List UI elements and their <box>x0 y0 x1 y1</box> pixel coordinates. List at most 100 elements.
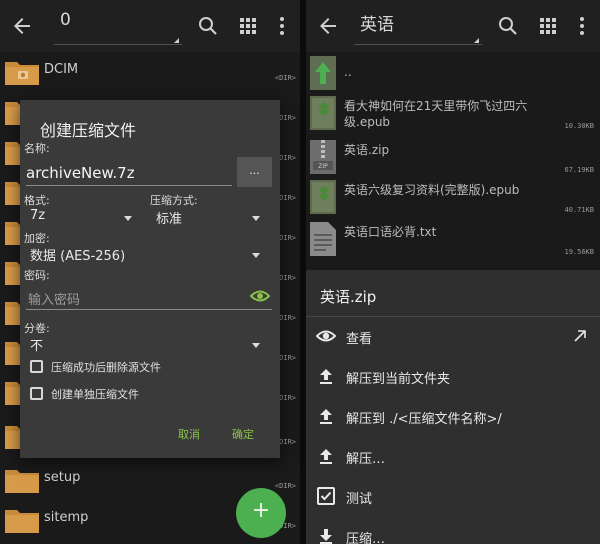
folder-name: sitemp <box>44 510 89 525</box>
format-dropdown-icon <box>124 216 132 221</box>
path-underline <box>354 44 482 45</box>
upload-icon <box>320 449 332 464</box>
file-size: 67.19KB <box>564 166 594 174</box>
separate-archives-checkbox[interactable]: 创建单独压缩文件 <box>30 385 270 403</box>
encrypt-label: 加密: <box>24 232 50 245</box>
svg-text:ZIP: ZIP <box>318 163 328 170</box>
format-select[interactable]: 7z <box>30 208 134 230</box>
grid-view-icon[interactable] <box>536 14 560 38</box>
encrypt-value: 数据 (AES-256) <box>30 249 126 264</box>
text-file-icon <box>310 222 336 256</box>
method-select[interactable]: 标准 <box>156 208 262 230</box>
file-name: .. <box>344 65 352 79</box>
sheet-item-label: 解压到当前文件夹 <box>346 372 451 387</box>
sheet-item-test[interactable]: 测试 <box>306 476 600 516</box>
right-panel: 英语 .. 看大神如何在21天里带你飞过四六级.epub 10.30KB ZIP… <box>306 0 600 544</box>
download-icon <box>320 529 332 544</box>
split-label: 分卷: <box>24 322 50 335</box>
checkbox-icon <box>317 487 335 505</box>
sheet-item-extract[interactable]: 解压… <box>306 436 600 476</box>
back-arrow-icon[interactable] <box>10 14 34 38</box>
dir-tag: <DIR> <box>274 74 296 82</box>
file-row[interactable]: 看大神如何在21天里带你飞过四六级.epub 10.30KB <box>306 92 600 136</box>
path-title[interactable]: 0 <box>60 10 71 30</box>
method-value: 标准 <box>156 212 183 227</box>
split-value: 不 <box>30 339 44 354</box>
separate-archives-label: 创建单独压缩文件 <box>51 388 139 401</box>
method-label: 压缩方式: <box>150 194 198 207</box>
folder-camera-icon <box>5 62 39 85</box>
sheet-item-label: 压缩… <box>346 532 386 544</box>
archive-actions-sheet: 英语.zip 查看 解压到当前文件夹 解压到 ./<压缩文件名称>/ 解压… 测… <box>306 270 600 544</box>
file-name: 看大神如何在21天里带你飞过四六级.epub <box>344 99 528 129</box>
dir-tag: <DIR> <box>274 482 296 490</box>
file-name: 英语.zip <box>344 143 390 157</box>
more-vert-icon[interactable] <box>570 14 594 38</box>
create-archive-dialog: 创建压缩文件 名称: archiveNew.7z ... 格式: 压缩方式: 7… <box>20 100 280 458</box>
file-row[interactable]: 英语六级复习资料(完整版).epub 40.71KB <box>306 176 600 220</box>
encrypt-select[interactable]: 数据 (AES-256) <box>30 245 262 267</box>
sheet-item-label: 解压… <box>346 452 386 467</box>
epub-file-icon <box>310 96 336 130</box>
password-placeholder: 输入密码 <box>28 293 81 308</box>
visibility-eye-icon[interactable] <box>250 288 270 304</box>
method-dropdown-icon <box>252 216 260 221</box>
path-title[interactable]: 英语 <box>360 10 394 35</box>
zip-file-icon: ZIP <box>310 140 336 174</box>
browse-button[interactable]: ... <box>237 157 272 187</box>
format-label: 格式: <box>24 194 50 207</box>
upload-icon <box>320 409 332 424</box>
sheet-item-label: 测试 <box>346 492 373 507</box>
folder-name: DCIM <box>44 62 79 77</box>
password-field[interactable]: 输入密码 <box>26 286 272 310</box>
split-select[interactable]: 不 <box>30 335 262 357</box>
file-row-parent[interactable]: .. <box>306 52 600 96</box>
sheet-item-label: 查看 <box>346 332 373 347</box>
search-icon[interactable] <box>196 14 220 38</box>
sheet-item-extract-here[interactable]: 解压到当前文件夹 <box>306 356 600 396</box>
plus-icon: + <box>251 498 271 523</box>
file-size: 19.56KB <box>564 248 594 256</box>
ok-button[interactable]: 确定 <box>232 426 254 442</box>
back-arrow-icon[interactable] <box>316 14 340 38</box>
archive-name-input[interactable]: archiveNew.7z <box>26 162 232 186</box>
path-underline <box>54 44 182 45</box>
file-name: 英语六级复习资料(完整版).epub <box>344 183 520 197</box>
epub-file-icon <box>310 180 336 214</box>
sheet-item-view[interactable]: 查看 <box>306 316 600 356</box>
cancel-button[interactable]: 取消 <box>178 426 200 442</box>
file-name: 英语口语必背.txt <box>344 225 437 239</box>
delete-source-checkbox[interactable]: 压缩成功后删除源文件 <box>30 358 270 376</box>
folder-icon <box>5 510 39 533</box>
file-row[interactable]: ZIP 英语.zip 67.19KB <box>306 136 600 180</box>
folder-row[interactable]: DCIM <DIR> <box>0 52 300 92</box>
password-label: 密码: <box>24 269 50 282</box>
sheet-item-label: 解压到 ./<压缩文件名称>/ <box>346 412 502 427</box>
eye-icon <box>316 330 336 342</box>
open-external-arrow-icon[interactable] <box>572 328 588 344</box>
parent-folder-up-icon <box>310 56 336 90</box>
grid-view-icon[interactable] <box>236 14 260 38</box>
path-dropdown-caret[interactable] <box>474 38 479 43</box>
dialog-title: 创建压缩文件 <box>40 121 137 140</box>
more-vert-icon[interactable] <box>270 14 294 38</box>
file-row[interactable]: 英语口语必背.txt 19.56KB <box>306 218 600 262</box>
checkbox-icon <box>30 387 43 400</box>
right-appbar: 英语 <box>306 0 600 52</box>
encrypt-dropdown-icon <box>252 253 260 258</box>
left-appbar: 0 <box>0 0 300 52</box>
format-value: 7z <box>30 208 46 223</box>
left-panel: 0 DCIM <DIR> <DIR> <DIR> <DIR> <DIR> <DI… <box>0 0 300 544</box>
folder-icon <box>5 470 39 493</box>
sheet-title: 英语.zip <box>320 288 377 306</box>
delete-source-label: 压缩成功后删除源文件 <box>51 361 161 374</box>
name-label: 名称: <box>24 142 50 155</box>
path-dropdown-caret[interactable] <box>174 38 179 43</box>
sheet-item-extract-to-folder[interactable]: 解压到 ./<压缩文件名称>/ <box>306 396 600 436</box>
search-icon[interactable] <box>496 14 520 38</box>
file-size: 10.30KB <box>564 122 594 130</box>
upload-icon <box>320 369 332 384</box>
file-size: 40.71KB <box>564 206 594 214</box>
sheet-item-compress[interactable]: 压缩… <box>306 516 600 544</box>
add-fab-button[interactable]: + <box>236 488 286 538</box>
